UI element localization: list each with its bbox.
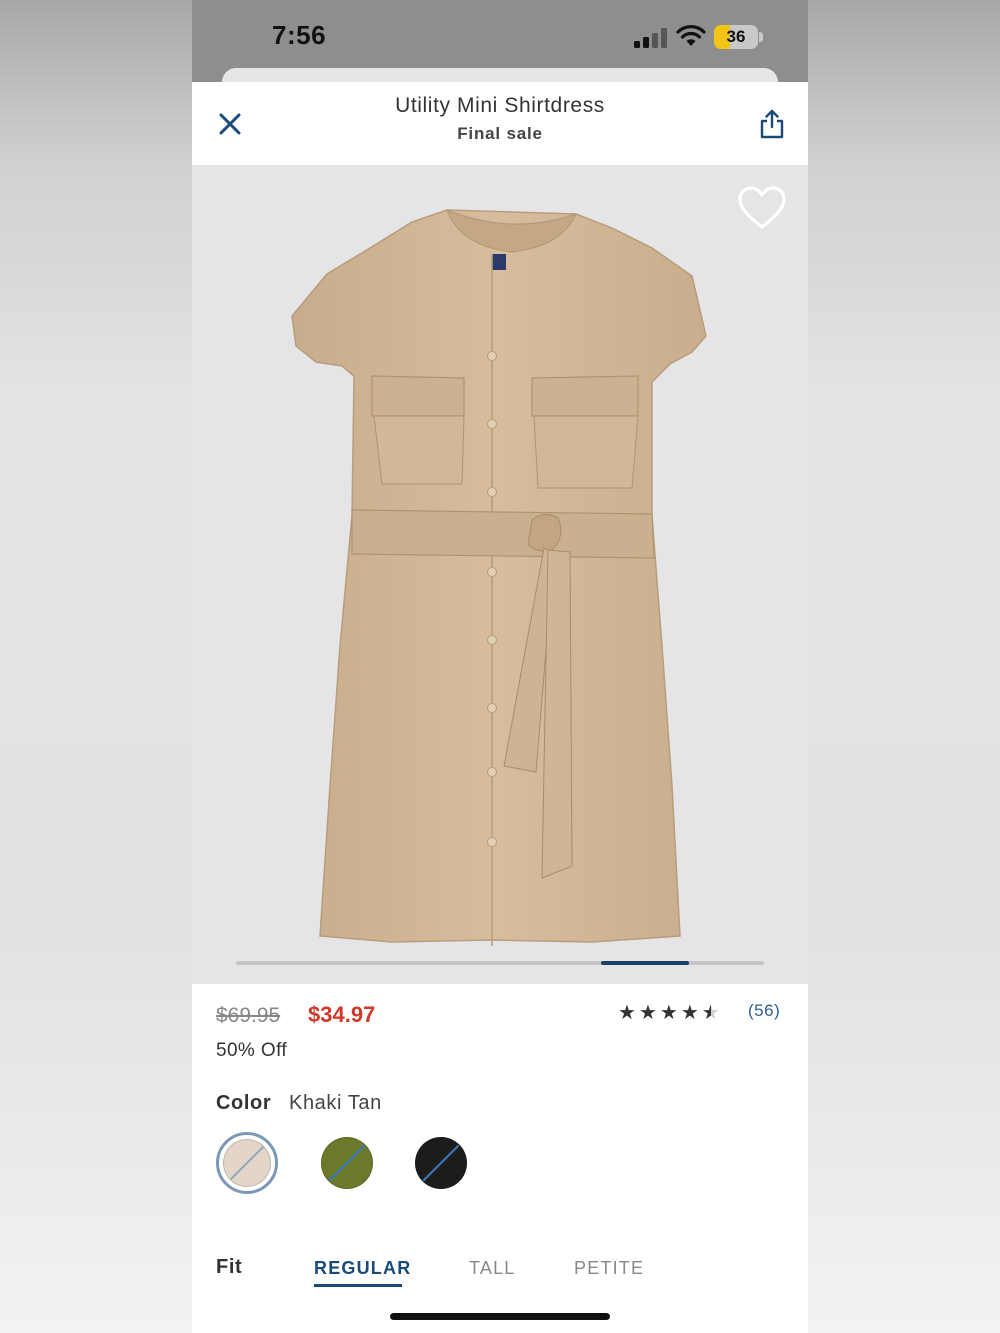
star-icon: ★	[680, 1002, 699, 1024]
fit-tab-tall[interactable]: TALL	[469, 1258, 516, 1279]
product-sheet: Utility Mini Shirtdress Final sale $69.9…	[192, 82, 808, 1333]
star-icon: ★	[618, 1002, 636, 1024]
color-swatch-khaki-tan[interactable]	[216, 1132, 278, 1194]
star-icon: ★	[659, 1002, 678, 1024]
star-icon: ★	[638, 1002, 657, 1024]
home-indicator	[390, 1313, 610, 1320]
final-sale-label: Final sale	[457, 124, 543, 143]
unavailable-slash-icon	[226, 1142, 268, 1184]
cellular-signal-icon	[634, 28, 667, 48]
star-rating[interactable]: ★ ★ ★ ★ ★	[618, 1000, 723, 1024]
fit-tab-petite[interactable]: PETITE	[574, 1258, 644, 1279]
product-image-carousel[interactable]	[192, 166, 808, 984]
original-price: $69.95	[216, 1004, 281, 1027]
wifi-icon	[676, 25, 706, 46]
color-swatch-black[interactable]	[410, 1132, 472, 1194]
fit-label: Fit	[216, 1256, 243, 1278]
fit-tab-underline	[314, 1284, 402, 1287]
status-time: 7:56	[272, 20, 327, 50]
sale-price: $34.97	[308, 1002, 376, 1027]
swatch-fill	[321, 1137, 373, 1189]
selected-color-name: Khaki Tan	[289, 1092, 382, 1114]
unavailable-slash-icon	[325, 1141, 369, 1185]
sheet-header: Utility Mini Shirtdress Final sale	[192, 82, 808, 166]
fit-tab-regular[interactable]: REGULAR	[314, 1258, 411, 1279]
battery-icon: 36	[714, 25, 758, 49]
phone-screen: 7:56 36 Utility Mini Shirtdress Final sa…	[192, 0, 808, 1333]
battery-nub	[759, 32, 763, 42]
dress-image	[291, 209, 707, 946]
share-icon[interactable]	[758, 108, 786, 140]
review-count-link[interactable]: (56)	[748, 1001, 780, 1021]
heart-outline-icon[interactable]	[736, 184, 788, 232]
color-label: Color	[216, 1092, 272, 1114]
swatch-fill	[415, 1137, 467, 1189]
discount-label: 50% Off	[216, 1040, 288, 1061]
color-swatch-olive[interactable]	[316, 1132, 378, 1194]
half-star-icon: ★	[701, 1002, 720, 1024]
battery-level: 36	[726, 27, 746, 46]
product-title: Utility Mini Shirtdress	[395, 94, 605, 117]
backdrop-left	[0, 0, 192, 1333]
unavailable-slash-icon	[419, 1141, 463, 1185]
swatch-fill	[223, 1139, 271, 1187]
carousel-progress-thumb	[601, 961, 690, 965]
carousel-progress-track	[236, 961, 764, 965]
backdrop-right	[808, 0, 1000, 1333]
